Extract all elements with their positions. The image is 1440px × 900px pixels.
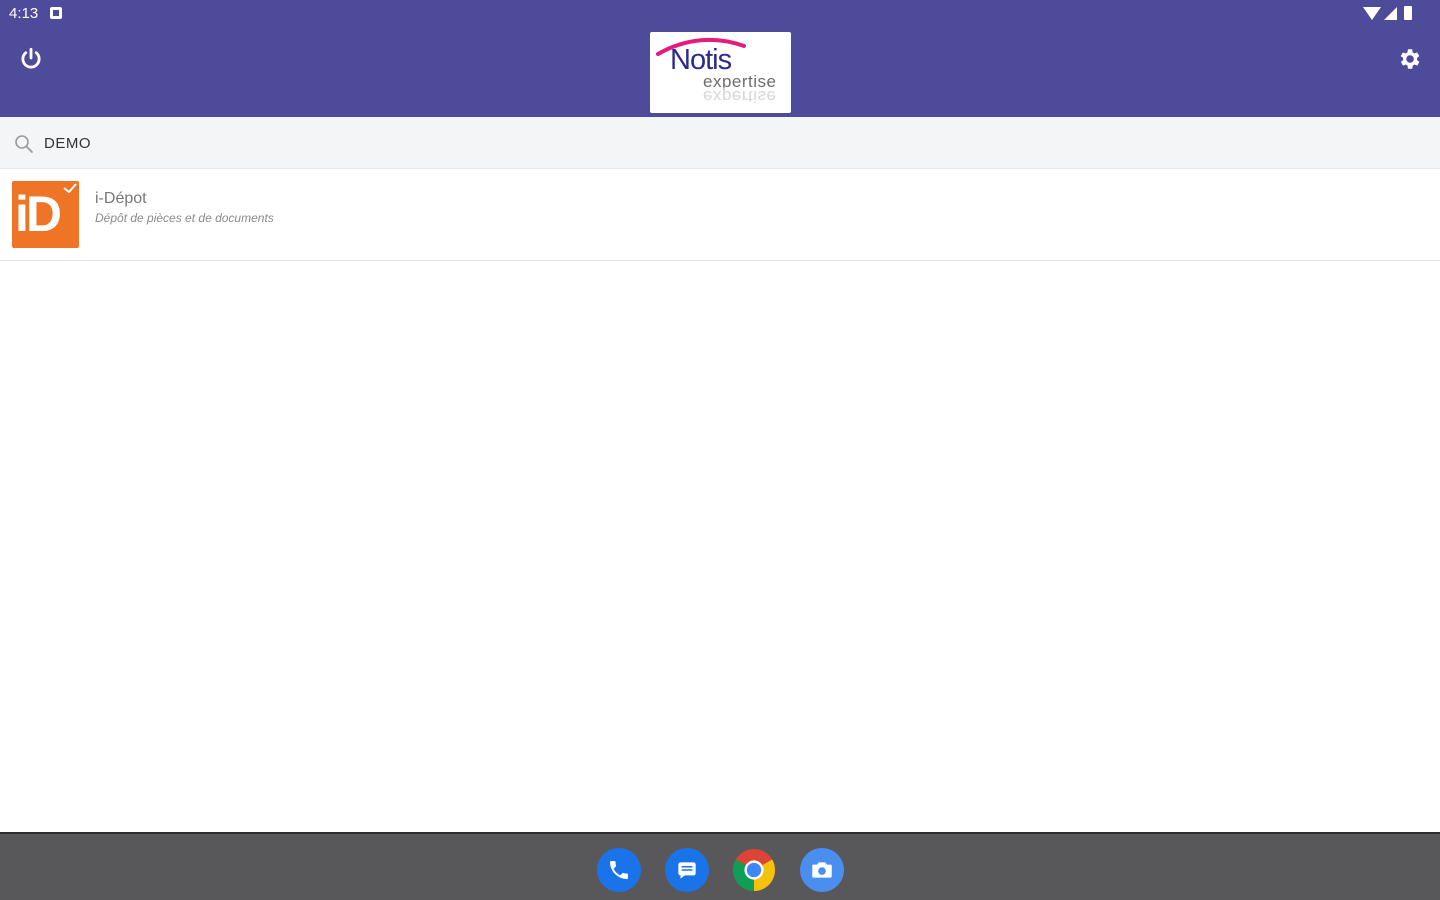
battery-icon (1404, 6, 1412, 20)
list-item-title: i-Dépot (95, 190, 147, 207)
search-input[interactable] (44, 131, 644, 155)
phone-app-button[interactable] (597, 848, 641, 892)
camera-app-button[interactable] (800, 848, 844, 892)
status-indicators (1363, 6, 1412, 20)
status-time: 4:13 (9, 5, 39, 22)
phone-icon (610, 861, 628, 879)
app-icon-label: iD (15, 186, 62, 242)
idepot-app-icon: iD (12, 181, 79, 248)
chrome-app-button[interactable] (732, 848, 776, 892)
notification-icon (50, 7, 62, 19)
power-button[interactable] (16, 44, 46, 74)
list-item[interactable]: iD i-Dépot Dépôt de pièces et de documen… (0, 170, 1440, 261)
logo-text-reflection: expertise (703, 87, 777, 106)
gear-icon (1400, 49, 1420, 69)
camera-icon (812, 862, 832, 878)
signal-icon (1384, 6, 1397, 20)
app-header: 4:13 Notis expertise expertise (0, 0, 1440, 117)
chrome-icon (732, 848, 776, 892)
messages-icon (678, 862, 696, 879)
list-item-subtitle: Dépôt de pièces et de documents (95, 211, 274, 225)
search-icon (15, 135, 33, 153)
corner-tick-icon (63, 183, 77, 193)
wifi-icon (1363, 6, 1381, 20)
app-screen: 4:13 Notis expertise expertise DEMO iD i… (0, 0, 1440, 900)
settings-button[interactable] (1394, 44, 1424, 74)
bottom-dock (0, 832, 1440, 900)
search-bar (0, 117, 1440, 169)
messages-app-button[interactable] (665, 848, 709, 892)
company-logo: Notis expertise expertise (650, 32, 791, 113)
power-icon (21, 47, 41, 69)
